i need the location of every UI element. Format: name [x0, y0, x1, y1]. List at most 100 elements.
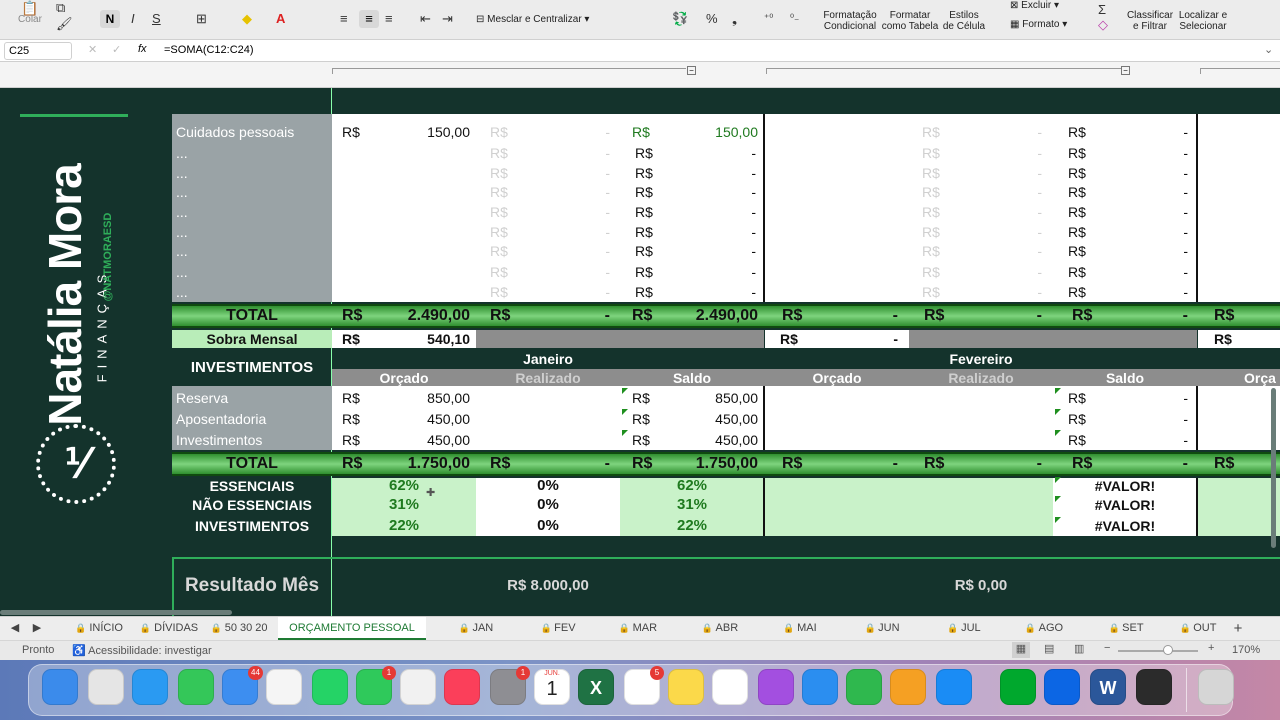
- tab-set[interactable]: 🔒 SET: [1090, 617, 1162, 640]
- pages-icon[interactable]: [890, 669, 926, 705]
- cell-currency[interactable]: R$: [922, 222, 940, 242]
- cell-saldo[interactable]: -: [700, 182, 756, 202]
- cell-currency[interactable]: R$: [490, 222, 508, 242]
- tab-início[interactable]: 🔒 INÍCIO: [66, 617, 132, 640]
- align-center-button[interactable]: ≡: [359, 10, 379, 28]
- total-label[interactable]: TOTAL: [172, 306, 332, 326]
- photos-icon[interactable]: [266, 669, 302, 705]
- row-label-placeholder[interactable]: ...: [176, 282, 188, 302]
- whatsapp-icon[interactable]: [312, 669, 348, 705]
- cell-fev-saldo[interactable]: -: [1130, 282, 1188, 302]
- pct-saldo[interactable]: 31%: [620, 495, 764, 515]
- cell-fev-realizado[interactable]: -: [990, 222, 1042, 242]
- spreadsheet-grid[interactable]: Natália Mora FINANÇAS @NATMORAESD ⅟ Cuid…: [0, 88, 1280, 616]
- total-orcado[interactable]: 2.490,00: [380, 306, 470, 326]
- notes-icon[interactable]: [668, 669, 704, 705]
- month-jan-header[interactable]: Janeiro: [332, 349, 764, 369]
- total-currency[interactable]: R$: [490, 454, 510, 474]
- cell-saldo[interactable]: -: [700, 222, 756, 242]
- cell-currency[interactable]: R$: [1068, 182, 1086, 202]
- align-right-icon[interactable]: ≡: [385, 11, 393, 27]
- total-currency[interactable]: R$: [924, 306, 944, 326]
- font-color-icon[interactable]: A: [276, 11, 285, 27]
- cell-currency[interactable]: R$: [490, 202, 508, 222]
- launchpad-icon[interactable]: [88, 669, 124, 705]
- cell-currency[interactable]: R$: [1068, 409, 1086, 429]
- increase-decimal-icon[interactable]: ⁺⁰: [764, 11, 773, 27]
- cell-currency[interactable]: R$: [490, 163, 508, 183]
- cell-currency[interactable]: R$: [635, 241, 653, 261]
- cell-currency[interactable]: R$: [922, 122, 940, 142]
- row-label-placeholder[interactable]: ...: [176, 222, 188, 242]
- tab-jun[interactable]: 🔒 JUN: [846, 617, 918, 640]
- tab-mar[interactable]: 🔒 MAR: [602, 617, 674, 640]
- italic-button[interactable]: I: [131, 11, 135, 27]
- currency-icon[interactable]: 💱: [672, 11, 688, 27]
- cell-fev-saldo[interactable]: -: [1130, 143, 1188, 163]
- cell-fev-realizado[interactable]: -: [990, 202, 1042, 222]
- conditional-format-button[interactable]: Formatação Condicional: [818, 10, 882, 32]
- tab-out[interactable]: 🔒 OUT: [1168, 617, 1228, 640]
- pct-orcado[interactable]: 22%: [332, 516, 476, 536]
- col-orcado-mar[interactable]: Orça: [1244, 368, 1276, 388]
- bold-button[interactable]: N: [100, 10, 120, 28]
- cell-currency[interactable]: R$: [1068, 282, 1086, 302]
- podcasts-icon[interactable]: [758, 669, 794, 705]
- invest-fev-saldo[interactable]: -: [1130, 409, 1188, 429]
- tab-fev[interactable]: 🔒 FEV: [522, 617, 594, 640]
- tab-ago[interactable]: 🔒 AGO: [1008, 617, 1080, 640]
- obs-icon[interactable]: [1136, 669, 1172, 705]
- cell-currency[interactable]: R$: [490, 122, 508, 142]
- zoom-slider[interactable]: [1118, 650, 1198, 652]
- cell-fev-saldo[interactable]: -: [1130, 122, 1188, 142]
- cell-fev-realizado[interactable]: -: [990, 282, 1042, 302]
- cell-currency[interactable]: R$: [635, 222, 653, 242]
- messages-icon[interactable]: [178, 669, 214, 705]
- cell-currency[interactable]: R$: [1068, 430, 1086, 450]
- find-select-button[interactable]: Localizar e Selecionar: [1176, 10, 1230, 32]
- cell-currency[interactable]: R$: [1068, 163, 1086, 183]
- month-fev-header[interactable]: Fevereiro: [765, 349, 1197, 369]
- cell-currency[interactable]: R$: [922, 241, 940, 261]
- invest-orcado[interactable]: 850,00: [380, 388, 470, 408]
- cell-fev-saldo[interactable]: -: [1130, 182, 1188, 202]
- expand-formula-icon[interactable]: ⌄: [1264, 43, 1273, 56]
- name-box[interactable]: C25: [4, 42, 72, 60]
- cell-fev-realizado[interactable]: -: [990, 122, 1042, 142]
- tab-jul[interactable]: 🔒 JUL: [928, 617, 1000, 640]
- col-saldo[interactable]: Saldo: [620, 368, 764, 388]
- invest-fev-saldo[interactable]: -: [1130, 430, 1188, 450]
- total-saldo[interactable]: 2.490,00: [660, 306, 758, 326]
- total-realizado[interactable]: -: [560, 306, 610, 326]
- pct-label[interactable]: INVESTIMENTOS: [172, 516, 332, 536]
- row-label-cuidados[interactable]: Cuidados pessoais: [176, 122, 294, 142]
- pct-saldo[interactable]: 22%: [620, 516, 764, 536]
- total-currency[interactable]: R$: [1072, 306, 1092, 326]
- cell-fev-saldo[interactable]: -: [1130, 241, 1188, 261]
- total-currency[interactable]: R$: [490, 306, 510, 326]
- collapse-group-button[interactable]: −: [687, 66, 696, 75]
- confirm-icon[interactable]: ✓: [112, 43, 121, 56]
- cell-saldo[interactable]: -: [700, 241, 756, 261]
- pct-label[interactable]: NÃO ESSENCIAIS: [172, 495, 332, 515]
- invest-orcado[interactable]: 450,00: [380, 409, 470, 429]
- invest-fev-saldo[interactable]: -: [1130, 388, 1188, 408]
- trash-icon[interactable]: [1198, 669, 1234, 705]
- cell-realizado[interactable]: -: [560, 222, 610, 242]
- cell-currency[interactable]: R$: [922, 182, 940, 202]
- accessibility-status[interactable]: ♿ Acessibilidade: investigar: [72, 644, 212, 657]
- cell-currency[interactable]: R$: [1068, 262, 1086, 282]
- keynote-icon[interactable]: [802, 669, 838, 705]
- zoom-level[interactable]: 170%: [1232, 644, 1260, 656]
- tab-abr[interactable]: 🔒 ABR: [684, 617, 756, 640]
- cell-realizado[interactable]: -: [560, 282, 610, 302]
- format-button[interactable]: ▦ Formato ▾: [1010, 19, 1080, 30]
- cell-saldo[interactable]: -: [700, 163, 756, 183]
- sobra-mar-currency[interactable]: R$: [1214, 329, 1232, 349]
- total-label[interactable]: TOTAL: [172, 454, 332, 474]
- cell-currency[interactable]: R$: [490, 182, 508, 202]
- cell-currency[interactable]: R$: [342, 430, 360, 450]
- cell-currency[interactable]: R$: [922, 163, 940, 183]
- tab-50-30-20[interactable]: 🔒 50 30 20: [206, 617, 272, 640]
- format-painter-icon[interactable]: 🖌: [56, 16, 73, 32]
